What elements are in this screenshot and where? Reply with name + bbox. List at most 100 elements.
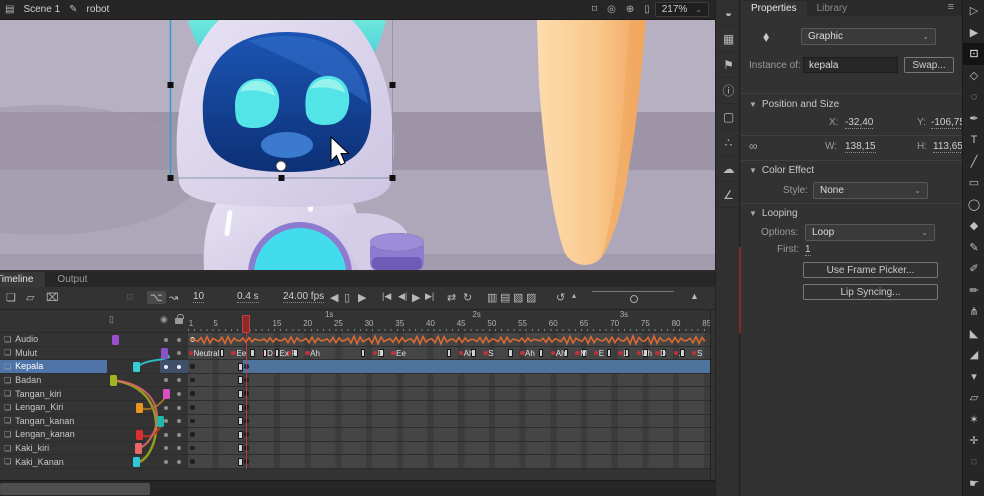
- lock-dot[interactable]: [177, 419, 181, 423]
- transform-point[interactable]: [276, 161, 286, 171]
- stage-camera-icon[interactable]: ⌑: [587, 4, 602, 15]
- lock-dot[interactable]: [177, 406, 181, 410]
- new-folder-icon[interactable]: ▱: [26, 291, 34, 304]
- gradient-transform-tool[interactable]: ◇: [963, 65, 984, 87]
- section-position-size[interactable]: ▼Position and Size: [741, 99, 962, 110]
- layer-row-mulut[interactable]: ❏MulutNeutralEeDExFAhDEeAhSAhAhMELUhD..S: [0, 347, 715, 361]
- layer-frames[interactable]: NeutralEeDExFAhDEeAhSAhAhMELUhD..S: [188, 347, 710, 360]
- link-dimensions-icon[interactable]: ∞: [749, 139, 758, 153]
- layer-frames[interactable]: [188, 374, 710, 387]
- layer-row-lengan_kiri[interactable]: ❏Lengan_Kiri: [0, 401, 715, 415]
- mouth-keyframe[interactable]: [637, 351, 642, 356]
- layer-name[interactable]: ❏Tangan_kiri: [0, 387, 107, 400]
- end-frame-marker[interactable]: [447, 349, 452, 357]
- onion-skin-icon[interactable]: ▥: [487, 291, 497, 304]
- swap-button[interactable]: Swap...: [904, 57, 954, 73]
- align-panel-icon[interactable]: ⚑: [716, 52, 741, 78]
- lip-syncing-button[interactable]: Lip Syncing...: [803, 284, 938, 300]
- layer-frames[interactable]: [188, 401, 710, 414]
- lock-column-icon[interactable]: [175, 318, 183, 324]
- cc-libraries-icon[interactable]: ☁: [716, 156, 741, 182]
- layer-name[interactable]: ❏Lengan_kanan: [0, 428, 107, 441]
- keyframe[interactable]: [190, 459, 195, 464]
- lock-dot[interactable]: [177, 378, 181, 382]
- zoom-out-frames-icon[interactable]: ▴: [572, 291, 576, 300]
- eyedropper-tool[interactable]: ▾: [963, 366, 984, 388]
- section-looping[interactable]: ▼Looping: [741, 208, 962, 219]
- lock-dot[interactable]: [177, 433, 181, 437]
- keyframe[interactable]: [190, 391, 195, 396]
- layer-row-lengan_kanan[interactable]: ❏Lengan_kanan: [0, 428, 715, 442]
- mouth-keyframe[interactable]: [459, 351, 464, 356]
- brush-library-icon[interactable]: ∴: [716, 130, 741, 156]
- lock-dot[interactable]: [177, 365, 181, 369]
- end-frame-marker[interactable]: [238, 363, 243, 371]
- symbol-breadcrumb[interactable]: robot: [83, 4, 114, 15]
- end-frame-marker[interactable]: [539, 349, 544, 357]
- end-frame-marker[interactable]: [607, 349, 612, 357]
- mouth-keyframe[interactable]: [575, 351, 580, 356]
- keyframe[interactable]: [190, 446, 195, 451]
- parenting-tag[interactable]: [163, 389, 170, 400]
- collapse-triangle-icon[interactable]: ▼: [749, 209, 757, 218]
- line-tool[interactable]: ╱: [963, 151, 984, 173]
- scene-icon[interactable]: ▤: [0, 4, 19, 15]
- lock-dot[interactable]: [177, 338, 181, 342]
- end-frame-marker[interactable]: [238, 444, 243, 452]
- zoom-level-select[interactable]: 217% ⌄: [655, 2, 709, 17]
- h-value[interactable]: 113,65: [933, 141, 963, 153]
- parenting-tag[interactable]: [133, 457, 140, 468]
- step-forward-icon[interactable]: ▶: [358, 291, 366, 304]
- pencil-tool[interactable]: ✎: [963, 237, 984, 259]
- elapsed-time-value[interactable]: 0.4 s: [237, 291, 259, 303]
- layer-name[interactable]: ❏Tangan_kanan: [0, 415, 107, 428]
- subselection-tool[interactable]: ▶: [963, 22, 984, 44]
- fluid-brush-tool[interactable]: ✏: [963, 280, 984, 302]
- lock-dot[interactable]: [177, 392, 181, 396]
- edit-multiple-frames-icon[interactable]: ▧: [513, 291, 523, 304]
- mouth-keyframe[interactable]: [483, 351, 488, 356]
- y-value[interactable]: -106,75: [931, 117, 965, 129]
- symbol-type-select[interactable]: Graphic ⌄: [801, 28, 936, 45]
- parenting-tag[interactable]: [157, 416, 164, 427]
- mouth-keyframe[interactable]: [692, 351, 697, 356]
- visibility-dot[interactable]: [164, 338, 168, 342]
- center-frame-icon[interactable]: ⇄: [447, 291, 456, 304]
- collapse-triangle-icon[interactable]: ▼: [749, 166, 757, 175]
- center-stage-icon[interactable]: ⊕: [621, 4, 639, 15]
- end-frame-marker[interactable]: [508, 349, 513, 357]
- layer-frames[interactable]: [188, 428, 710, 441]
- layer-name[interactable]: ❏Kaki_Kanan: [0, 455, 107, 468]
- visibility-dot[interactable]: [164, 419, 168, 423]
- clip-bounds-icon[interactable]: ▯: [639, 4, 655, 15]
- parenting-tag[interactable]: [133, 362, 140, 373]
- layer-name[interactable]: ❏Lengan_Kiri: [0, 401, 107, 414]
- end-frame-marker[interactable]: [250, 349, 255, 357]
- delete-layer-icon[interactable]: ⌧: [46, 291, 59, 304]
- polystar-tool[interactable]: ◆: [963, 215, 984, 237]
- camera-tool[interactable]: ⌑: [963, 452, 984, 474]
- mouth-keyframe[interactable]: [189, 351, 194, 356]
- keyframe[interactable]: [190, 378, 195, 383]
- slider-thumb[interactable]: [630, 295, 638, 303]
- timeline-h-scrollbar[interactable]: [0, 480, 715, 496]
- mouth-keyframe[interactable]: [391, 351, 396, 356]
- lasso-tool[interactable]: ◌: [963, 86, 984, 108]
- layer-row-tangan_kanan[interactable]: ❏Tangan_kanan: [0, 415, 715, 429]
- layer-row-kaki_kanan[interactable]: ❏Kaki_Kanan: [0, 455, 715, 469]
- x-value[interactable]: -32,40: [845, 117, 873, 129]
- eraser-tool[interactable]: ▱: [963, 387, 984, 409]
- highlight-column-icon[interactable]: ▯: [109, 314, 114, 325]
- playhead-line[interactable]: [246, 332, 248, 469]
- frame-ruler[interactable]: 151520253035404550556065707580851s2s3s: [0, 310, 715, 333]
- layer-row-badan[interactable]: ❏Badan: [0, 374, 715, 388]
- loop-options-select[interactable]: Loop ⌄: [805, 224, 935, 241]
- mouth-keyframe[interactable]: [655, 351, 660, 356]
- asset-warp-tool[interactable]: ✶: [963, 409, 984, 431]
- text-tool[interactable]: T: [963, 129, 984, 151]
- scrollbar-thumb[interactable]: [0, 483, 150, 495]
- tab-properties[interactable]: Properties: [741, 1, 807, 16]
- parenting-view-icon[interactable]: ⌥: [147, 291, 166, 304]
- layer-name[interactable]: ❏Badan: [0, 374, 107, 387]
- stage-canvas[interactable]: [0, 20, 715, 270]
